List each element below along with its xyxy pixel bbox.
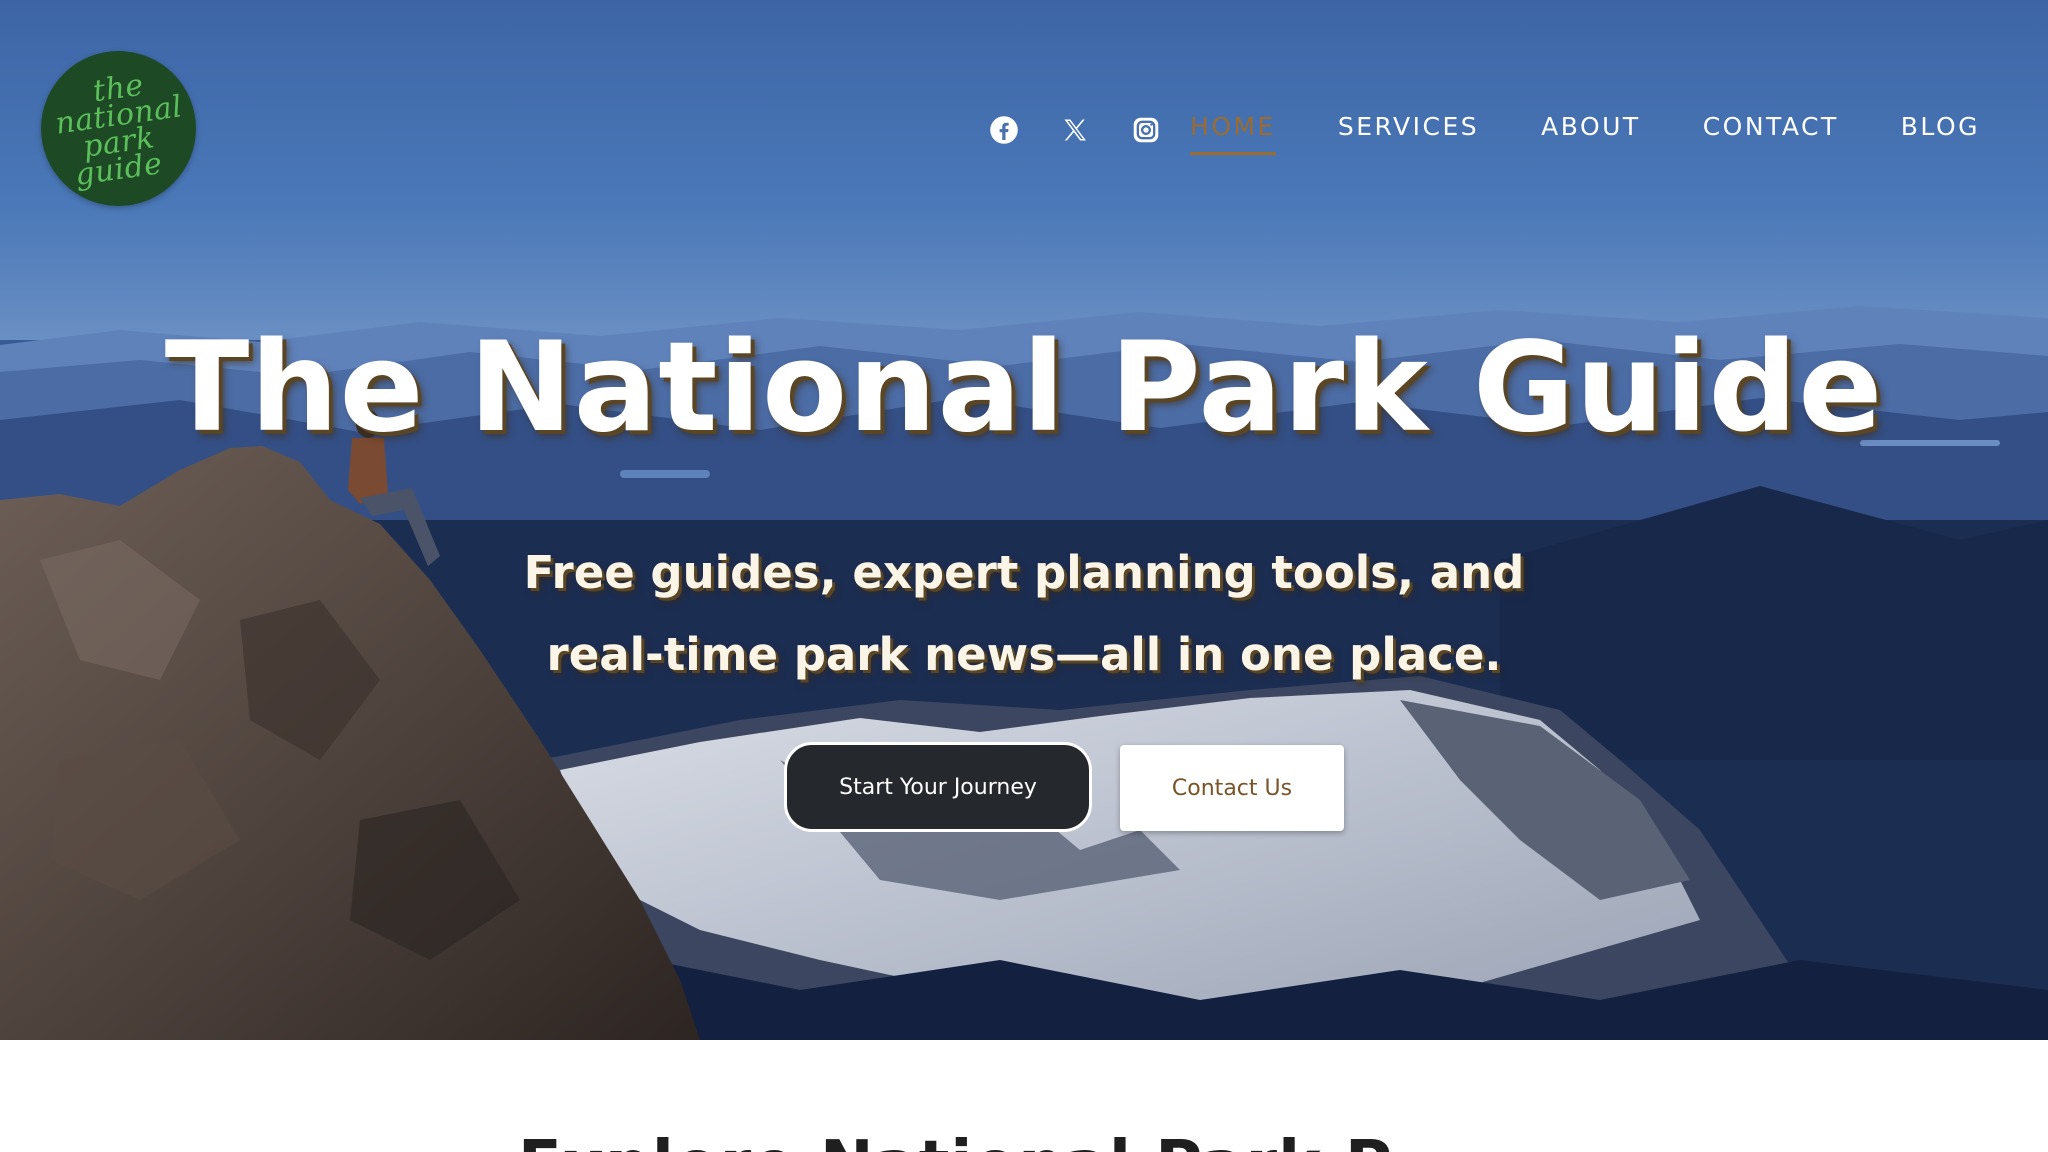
section-heading: Explore National Park P (518, 1128, 1393, 1152)
x-icon[interactable] (1059, 114, 1091, 146)
social-links (988, 114, 1162, 146)
hero-title: The National Park Guide (164, 316, 1884, 460)
nav-item-home[interactable]: HOME (1190, 112, 1276, 155)
site-logo[interactable]: the national park guide (41, 51, 196, 206)
nav-menu: HOME SERVICES ABOUT CONTACT BLOG (1190, 112, 1980, 155)
nav-item-contact[interactable]: CONTACT (1703, 112, 1839, 149)
hero-subtitle-line: real-time park news—all in one place. (546, 628, 1502, 681)
hero-subtitle: Free guides, expert planning tools, and … (0, 532, 2048, 696)
facebook-icon[interactable] (988, 114, 1020, 146)
logo-line: guide (72, 145, 165, 193)
nav-item-about[interactable]: ABOUT (1541, 112, 1641, 149)
instagram-icon[interactable] (1130, 114, 1162, 146)
hero-subtitle-line: Free guides, expert planning tools, and (523, 546, 1525, 599)
contact-us-button[interactable]: Contact Us (1120, 745, 1344, 831)
nav-item-services[interactable]: SERVICES (1338, 112, 1479, 149)
hero-section: the national park guide HOME SERVICES AB… (0, 0, 2048, 1040)
hero-background-image (0, 0, 2048, 1040)
main-navigation: HOME SERVICES ABOUT CONTACT BLOG (988, 108, 1980, 155)
hero-cta-group: Start Your Journey Contact Us (0, 742, 2048, 832)
nav-item-blog[interactable]: BLOG (1901, 112, 1980, 149)
start-journey-button[interactable]: Start Your Journey (784, 742, 1092, 832)
